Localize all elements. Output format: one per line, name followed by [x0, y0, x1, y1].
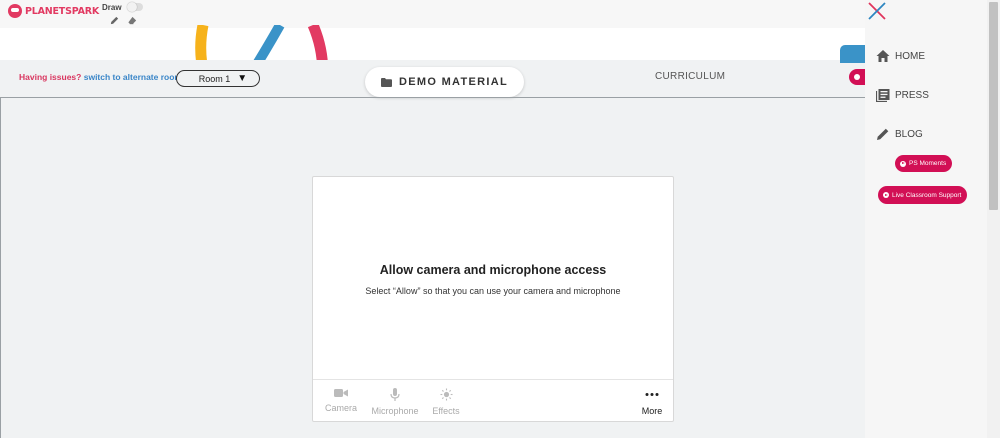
- press-label: PRESS: [895, 89, 929, 101]
- caret-down-icon: ▼: [237, 73, 248, 84]
- scrollbar-thumb[interactable]: [989, 2, 998, 210]
- top-header: PLANETSPARK Draw: [0, 0, 865, 28]
- drawer-item-press[interactable]: PRESS: [876, 88, 929, 102]
- drawer-item-blog[interactable]: BLOG: [876, 127, 923, 141]
- ps-moments-button[interactable]: PS Moments: [895, 155, 953, 172]
- support-pill-partial[interactable]: [849, 69, 865, 85]
- effects-control[interactable]: Effects: [427, 388, 465, 416]
- pencil-icon: [877, 128, 889, 140]
- play-circle-icon: [883, 192, 889, 198]
- camera-control[interactable]: Camera: [321, 388, 361, 413]
- home-icon: [876, 50, 890, 62]
- blue-side-tab[interactable]: [840, 45, 865, 63]
- room-select[interactable]: Room 1 ▼: [176, 70, 260, 87]
- blog-label: BLOG: [895, 128, 923, 140]
- ps-moments-label: PS Moments: [909, 160, 947, 167]
- alternate-room-link[interactable]: switch to alternate room: [84, 72, 182, 82]
- media-controls-bar: Camera Microphone Effects More: [313, 379, 673, 422]
- more-control[interactable]: More: [635, 388, 669, 416]
- planetspark-logo[interactable]: PLANETSPARK: [8, 4, 99, 18]
- permission-subtitle: Select “Allow” so that you can use your …: [365, 286, 621, 296]
- pencil-tool-icon[interactable]: [109, 15, 120, 26]
- microphone-label: Microphone: [371, 406, 419, 416]
- live-classroom-support-button[interactable]: Live Classroom Support: [878, 186, 968, 204]
- demo-material-label: DEMO MATERIAL: [399, 76, 508, 88]
- eraser-tool-icon[interactable]: [127, 15, 138, 26]
- effects-label: Effects: [432, 406, 460, 416]
- mascot-icon: [8, 4, 22, 18]
- permission-title: Allow camera and microphone access: [379, 263, 607, 277]
- microphone-icon: [390, 388, 400, 401]
- camera-icon: [334, 389, 348, 397]
- microphone-control[interactable]: Microphone: [368, 388, 422, 416]
- issues-notice: Having issues? switch to alternate room: [19, 72, 182, 82]
- home-label: HOME: [895, 50, 925, 62]
- logo-text: PLANETSPARK: [25, 5, 100, 17]
- play-circle-icon: [900, 160, 906, 167]
- live-support-label: Live Classroom Support: [892, 191, 962, 199]
- more-dots-icon: [645, 393, 659, 396]
- more-label: More: [641, 406, 663, 416]
- camera-label: Camera: [324, 403, 357, 413]
- room-select-value: Room 1: [198, 73, 231, 84]
- draw-toggle[interactable]: [127, 2, 143, 12]
- drawer-item-home[interactable]: HOME: [876, 49, 925, 63]
- curriculum-tab[interactable]: CURRICULUM: [655, 71, 725, 82]
- panel-left-border: [0, 97, 1, 438]
- draw-label: Draw: [102, 3, 122, 12]
- close-icon[interactable]: [868, 2, 886, 20]
- press-icon: [876, 89, 890, 102]
- app-page: PLANETSPARK Draw Having issues? switch t…: [0, 0, 1000, 438]
- demo-material-button[interactable]: DEMO MATERIAL: [365, 67, 524, 97]
- issues-question: Having issues?: [19, 72, 82, 82]
- media-permission-card: Allow camera and microphone access Selec…: [312, 176, 674, 422]
- panel-divider: [0, 97, 865, 98]
- folder-icon: [381, 77, 393, 87]
- side-drawer: [865, 0, 1000, 438]
- effects-icon: [440, 388, 452, 401]
